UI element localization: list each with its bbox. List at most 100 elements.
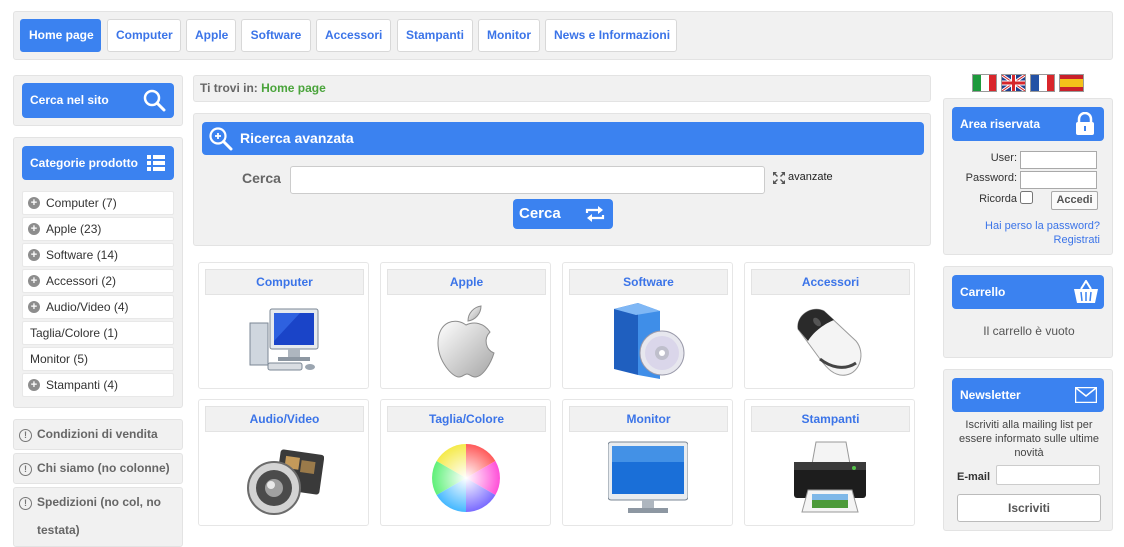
expand-icon[interactable]: + — [28, 379, 40, 391]
italian-flag-icon[interactable] — [972, 74, 997, 92]
tab-home-page[interactable]: Home page — [20, 19, 101, 52]
category-taglia-colore[interactable]: Taglia/Colore (1) — [22, 321, 174, 345]
tile-taglia-colore[interactable]: Taglia/Colore — [380, 399, 551, 526]
advanced-toggle-link[interactable]: avanzate — [788, 171, 833, 183]
tab-news[interactable]: News e Informazioni — [545, 19, 677, 52]
search-submit-button[interactable]: Cerca — [513, 199, 613, 229]
basket-icon — [1074, 280, 1098, 303]
info-condizioni-vendita[interactable]: ! Condizioni di vendita — [13, 419, 183, 450]
uk-flag-icon[interactable] — [1001, 74, 1026, 92]
expand-icon[interactable]: + — [28, 275, 40, 287]
breadcrumb-prefix: Ti trovi in: — [200, 81, 258, 95]
tile-apple[interactable]: Apple — [380, 262, 551, 389]
category-accessori[interactable]: + Accessori (2) — [22, 269, 174, 293]
search-site-button[interactable]: Cerca nel sito — [22, 83, 174, 118]
categories-panel: Categorie prodotto + Computer (7) + Apple … — [13, 137, 183, 408]
monitor-icon — [608, 441, 688, 513]
breadcrumb-current[interactable]: Home page — [261, 81, 326, 95]
tile-label: Taglia/Colore — [387, 406, 546, 432]
spanish-flag-icon[interactable] — [1059, 74, 1084, 92]
newsletter-description: Iscriviti alla mailing list per essere i… — [958, 419, 1099, 459]
list-icon — [147, 155, 165, 171]
tile-label: Audio/Video — [205, 406, 364, 432]
tile-monitor[interactable]: Monitor — [562, 399, 733, 526]
cart-panel: Carrello Il carrello è vuoto — [943, 266, 1113, 358]
tile-accessori[interactable]: Accessori — [744, 262, 915, 389]
tile-label: Monitor — [569, 406, 728, 432]
advanced-search-panel: Ricerca avanzata Cerca avanzate Cerca — [193, 113, 931, 246]
tab-software[interactable]: Software — [241, 19, 311, 52]
category-software[interactable]: + Software (14) — [22, 243, 174, 267]
cart-header[interactable]: Carrello — [952, 275, 1104, 309]
login-header: Area riservata — [952, 107, 1104, 141]
search-label: Cerca — [242, 170, 281, 186]
tab-monitor[interactable]: Monitor — [478, 19, 540, 52]
info-icon: ! — [19, 429, 32, 442]
category-computer[interactable]: + Computer (7) — [22, 191, 174, 215]
login-panel: Area riservata User: Password: Ricorda A… — [943, 98, 1113, 255]
remember-checkbox[interactable] — [1020, 191, 1033, 204]
expand-icon[interactable]: + — [28, 197, 40, 209]
category-monitor[interactable]: Monitor (5) — [22, 347, 174, 371]
tab-accessori[interactable]: Accessori — [316, 19, 391, 52]
tab-stampanti[interactable]: Stampanti — [397, 19, 473, 52]
expand-arrows-icon[interactable] — [773, 172, 785, 184]
password-input[interactable] — [1020, 171, 1097, 189]
tile-label: Stampanti — [751, 406, 910, 432]
category-label: Accessori (2) — [46, 274, 117, 288]
search-site-label: Cerca nel sito — [30, 93, 109, 107]
tile-audio-video[interactable]: Audio/Video — [198, 399, 369, 526]
category-label: Apple (23) — [46, 222, 102, 236]
user-label: User: — [990, 152, 1017, 164]
newsletter-panel: Newsletter Iscriviti alla mailing list p… — [943, 369, 1113, 531]
french-flag-icon[interactable] — [1030, 74, 1055, 92]
category-label: Audio/Video (4) — [46, 300, 129, 314]
newsletter-submit-button[interactable]: Iscriviti — [957, 494, 1101, 522]
speaker-film-icon — [247, 449, 324, 515]
newsletter-header: Newsletter — [952, 378, 1104, 412]
computer-icon — [249, 308, 319, 371]
search-icon — [143, 89, 166, 112]
advanced-search-title: Ricerca avanzata — [240, 130, 354, 146]
tile-computer[interactable]: Computer — [198, 262, 369, 389]
info-spedizioni[interactable]: ! Spedizioni (no col, no testata) — [13, 487, 183, 547]
printer-icon — [794, 441, 866, 513]
tile-software[interactable]: Software — [562, 262, 733, 389]
category-stampanti[interactable]: + Stampanti (4) — [22, 373, 174, 397]
search-button-label: Cerca — [519, 205, 561, 222]
tab-apple[interactable]: Apple — [186, 19, 236, 52]
login-submit-button[interactable]: Accedi — [1051, 191, 1098, 210]
username-input[interactable] — [1020, 151, 1097, 169]
expand-icon[interactable]: + — [28, 223, 40, 235]
tile-label: Accessori — [751, 269, 910, 295]
category-apple[interactable]: + Apple (23) — [22, 217, 174, 241]
info-label: Chi siamo (no colonne) — [37, 461, 170, 475]
newsletter-email-input[interactable] — [996, 465, 1100, 485]
refresh-arrows-icon — [585, 206, 605, 222]
category-audio-video[interactable]: + Audio/Video (4) — [22, 295, 174, 319]
sidebar-search-panel: Cerca nel sito — [13, 75, 183, 126]
tile-label: Computer — [205, 269, 364, 295]
category-label: Stampanti (4) — [46, 378, 119, 392]
tab-computer[interactable]: Computer — [107, 19, 181, 52]
cart-title: Carrello — [960, 285, 1006, 299]
cart-empty-text: Il carrello è vuoto — [983, 324, 1075, 338]
remember-label: Ricorda — [979, 193, 1017, 205]
password-label: Password: — [965, 172, 1017, 184]
apple-icon — [437, 305, 495, 378]
expand-icon[interactable]: + — [28, 249, 40, 261]
top-navigation: Home page Computer Apple Software Access… — [13, 11, 1113, 60]
expand-icon[interactable]: + — [28, 301, 40, 313]
advanced-search-input[interactable] — [290, 166, 765, 194]
info-icon: ! — [19, 497, 32, 510]
mouse-icon — [797, 308, 862, 376]
tile-label: Apple — [387, 269, 546, 295]
forgot-password-link[interactable]: Hai perso la password? — [985, 220, 1100, 232]
breadcrumb: Ti trovi in: Home page — [193, 75, 931, 102]
tile-stampanti[interactable]: Stampanti — [744, 399, 915, 526]
categories-header: Categorie prodotto — [22, 146, 174, 180]
register-link[interactable]: Registrati — [1054, 234, 1100, 246]
info-chi-siamo[interactable]: ! Chi siamo (no colonne) — [13, 453, 183, 484]
lock-icon — [1076, 112, 1094, 135]
info-icon: ! — [19, 463, 32, 476]
